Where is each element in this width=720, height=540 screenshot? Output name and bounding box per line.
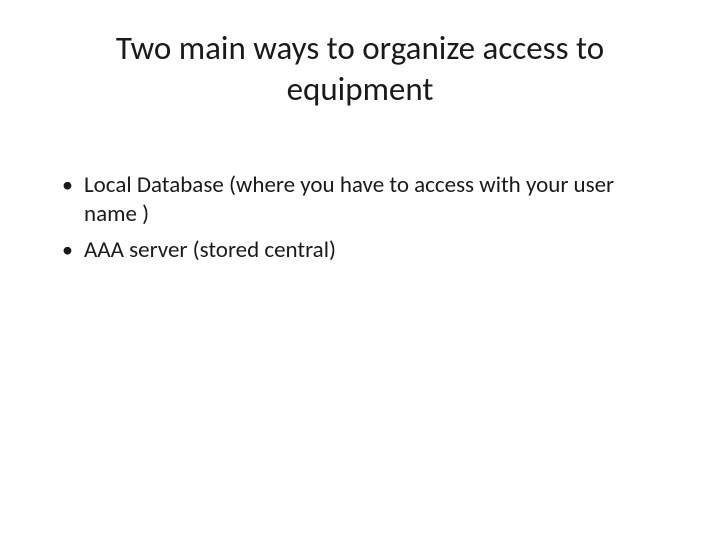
- list-item: Local Database (where you have to access…: [62, 171, 672, 231]
- slide: Two main ways to organize access to equi…: [0, 0, 720, 540]
- slide-title: Two main ways to organize access to equi…: [48, 28, 672, 111]
- list-item: AAA server (stored central): [62, 236, 672, 266]
- bullet-list: Local Database (where you have to access…: [48, 171, 672, 267]
